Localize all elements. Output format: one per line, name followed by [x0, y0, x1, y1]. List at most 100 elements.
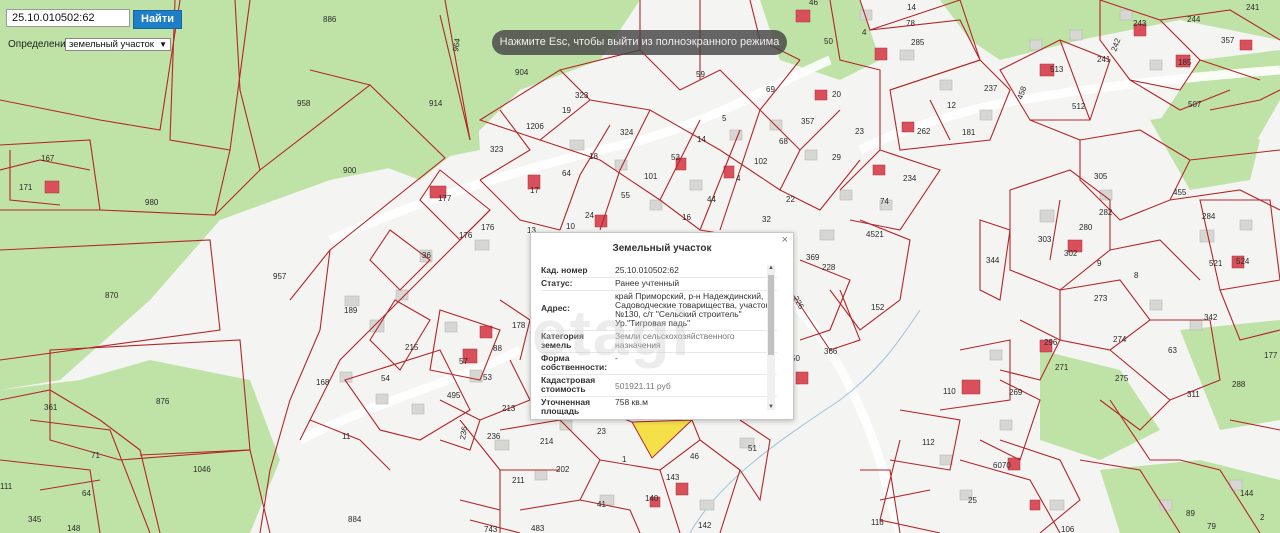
chevron-down-icon: ▼: [159, 40, 167, 49]
parcel-label: 202: [556, 465, 570, 474]
parcel-label: 116: [871, 518, 884, 527]
parcel-label: 275: [1115, 374, 1129, 383]
parcel-label: 1046: [193, 465, 211, 474]
parcel-label: 273: [1094, 294, 1108, 303]
parcel-label: 958: [297, 99, 311, 108]
parcel-label: 18: [589, 152, 598, 161]
parcel-label: 323: [575, 91, 589, 100]
parcel-label: 177: [438, 194, 452, 203]
parcel-label: 455: [1173, 188, 1187, 197]
parcel-label: 884: [348, 515, 362, 524]
attr-row-status: Статус: Ранее учтенный: [541, 278, 777, 291]
parcel-label: 14: [697, 135, 706, 144]
parcel-label: 914: [429, 99, 443, 108]
parcel-label: 262: [917, 127, 931, 136]
parcel-label: 144: [1240, 489, 1254, 498]
parcel-label: 2: [1260, 513, 1265, 522]
parcel-label: 110: [943, 387, 956, 396]
attr-key: Кадастровая стоимость: [541, 375, 596, 394]
parcel-label: 171: [19, 183, 33, 192]
parcel-label: 9: [1097, 259, 1102, 268]
scrollbar-thumb[interactable]: [768, 275, 774, 355]
parcel-label: 342: [1204, 313, 1218, 322]
parcel-label: 102: [754, 157, 768, 166]
parcel-label: 19: [562, 106, 571, 115]
parcel-label: 143: [666, 473, 680, 482]
parcel-label: 46: [690, 452, 699, 461]
parcel-label: 512: [1072, 102, 1086, 111]
parcel-label: 8: [1134, 271, 1139, 280]
parcel-label: 483: [531, 524, 545, 533]
parcel-label: 25: [968, 496, 977, 505]
parcel-label: 323: [490, 145, 504, 154]
parcel-label: 74: [880, 197, 889, 206]
parcel-label: 244: [1187, 15, 1201, 24]
parcel-label: 64: [82, 489, 91, 498]
parcel-label: 69: [766, 85, 775, 94]
parcel-label: 241: [1246, 3, 1260, 12]
parcel-label: 57: [459, 357, 468, 366]
parcel-label: 743: [484, 525, 498, 533]
parcel-label: 168: [316, 378, 330, 387]
parcel-label: 361: [44, 403, 58, 412]
parcel-label: 957: [273, 272, 287, 281]
parcel-label: 357: [801, 117, 815, 126]
parcel-label: 311: [1187, 390, 1200, 399]
parcel-label: 241: [1097, 55, 1111, 64]
parcel-label: 88: [493, 344, 502, 353]
parcel-label: 64: [562, 169, 571, 178]
parcel-label: 521: [1209, 259, 1223, 268]
parcel-label: 369: [806, 253, 820, 262]
parcel-label: 236: [458, 425, 469, 440]
parcel-label: 23: [855, 127, 864, 136]
scroll-down-icon[interactable]: ▼: [767, 404, 775, 410]
parcel-label: 10: [566, 222, 575, 231]
parcel-label: 228: [822, 263, 836, 272]
attr-row-area: Уточненная площадь 758 кв.м: [541, 397, 777, 416]
parcel-label: 211: [512, 476, 525, 485]
parcel-label: 14: [907, 3, 916, 12]
definition-select[interactable]: земельный участок ▼: [65, 38, 171, 51]
parcel-label: 59: [696, 70, 705, 79]
parcel-label: 870: [105, 291, 119, 300]
find-button[interactable]: Найти: [133, 10, 182, 29]
parcel-label: 513: [1050, 65, 1064, 74]
fullscreen-exit-hint: Нажмите Esc, чтобы выйти из полноэкранно…: [492, 30, 787, 55]
parcel-label: 305: [1094, 172, 1108, 181]
parcel-label: 4521: [866, 230, 884, 239]
parcel-label: 280: [1079, 223, 1093, 232]
parcel-label: 176: [481, 223, 495, 232]
parcel-label: 366: [824, 347, 838, 356]
cadastral-search-input[interactable]: [6, 9, 130, 27]
parcel-label: 274: [1113, 335, 1127, 344]
parcel-label: 112: [922, 438, 935, 447]
parcel-label: 17: [530, 186, 539, 195]
attr-value: 758 кв.м: [615, 397, 648, 407]
popup-scrollbar[interactable]: ▲ ▼: [767, 265, 775, 410]
parcel-label: 55: [621, 191, 630, 200]
parcel-label: 344: [986, 256, 1000, 265]
parcel-label: 324: [620, 128, 634, 137]
parcel-label: 4: [736, 174, 741, 183]
parcel-label: 237: [984, 84, 998, 93]
parcel-label: 78: [906, 19, 915, 28]
parcel-label: 12: [947, 101, 956, 110]
parcel-label: 71: [91, 451, 100, 460]
parcel-label: 185: [1178, 58, 1192, 67]
parcel-label: 177: [1264, 351, 1278, 360]
parcel-label: 53: [483, 373, 492, 382]
parcel-label: 111: [0, 482, 13, 491]
parcel-label: 106: [1061, 525, 1075, 533]
parcel-label: 242: [1109, 37, 1122, 53]
parcel-label: 269: [1009, 388, 1023, 397]
parcel-label: 176: [459, 231, 473, 240]
parcel-label: 886: [323, 15, 337, 24]
parcel-label: 357: [1221, 36, 1235, 45]
parcel-label: 236: [487, 432, 501, 441]
scroll-up-icon[interactable]: ▲: [767, 265, 775, 271]
parcel-label: 6070: [993, 461, 1011, 470]
definition-selected-value: земельный участок: [69, 39, 154, 50]
parcel-label: 234: [903, 174, 917, 183]
parcel-label: 23: [597, 427, 606, 436]
parcel-label: 495: [447, 391, 461, 400]
